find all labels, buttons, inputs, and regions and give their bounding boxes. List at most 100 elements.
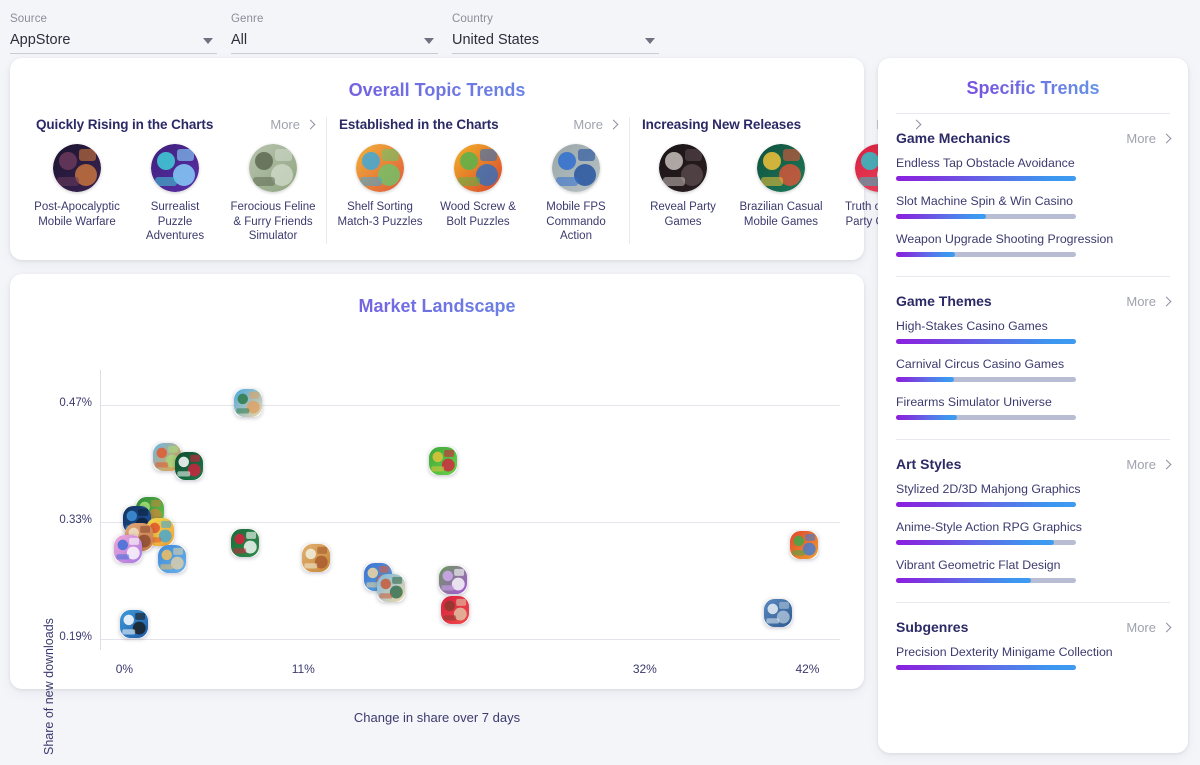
app-bubble-blue-plate[interactable]	[158, 545, 186, 573]
market-landscape-scatter[interactable]: 0.19%0.33%0.47%0%11%32%42%	[10, 325, 864, 685]
more-label: More	[1126, 620, 1156, 635]
topic-thumbnail-night-battle-icon	[53, 144, 101, 192]
more-link[interactable]: More	[1126, 131, 1170, 146]
specific-trend-name: Firearms Simulator Universe	[896, 395, 1170, 409]
topic-item[interactable]: Wood Screw & Bolt Puzzles	[435, 144, 521, 244]
app-bubble-green-cards[interactable]	[175, 452, 203, 480]
topic-column-heading: Established in the Charts	[339, 117, 499, 132]
filter-genre-value: All	[231, 31, 247, 49]
dashboard-grid: Overall Topic Trends Quickly Rising in t…	[0, 58, 1200, 753]
specific-trend-row[interactable]: Anime-Style Action RPG Graphics	[896, 520, 1170, 545]
specific-trend-row[interactable]: Stylized 2D/3D Mahjong Graphics	[896, 482, 1170, 507]
y-axis-label: Share of new downloads	[42, 618, 56, 755]
more-label: More	[1126, 294, 1156, 309]
topic-item[interactable]: Post-Apocalyptic Mobile Warfare	[34, 144, 120, 244]
app-bubble-watermelon[interactable]	[429, 447, 457, 475]
specific-trend-row[interactable]: High-Stakes Casino Games	[896, 319, 1170, 344]
specific-trend-row[interactable]: Firearms Simulator Universe	[896, 395, 1170, 420]
topic-item[interactable]: Shelf Sorting Match-3 Puzzles	[337, 144, 423, 244]
app-bubble-pool-ball[interactable]	[120, 610, 148, 638]
topic-column-heading: Quickly Rising in the Charts	[36, 117, 213, 132]
topic-column-1: Quickly Rising in the Charts More Post-A…	[24, 117, 326, 244]
filter-source-label: Source	[10, 12, 217, 26]
overall-topic-trends-title: Overall Topic Trends	[10, 58, 864, 109]
topic-column-heading: Increasing New Releases	[642, 117, 801, 132]
trend-bar-track	[896, 578, 1076, 583]
specific-trend-name: Stylized 2D/3D Mahjong Graphics	[896, 482, 1170, 496]
app-bubble-beach-sim[interactable]	[234, 389, 262, 417]
filter-bar: Source AppStore Genre All Country United…	[0, 0, 1200, 58]
app-bubble-solitaire-board[interactable]	[231, 529, 259, 557]
app-bubble-wood-nuts[interactable]	[302, 544, 330, 572]
topic-thumbnail-green-wheel-icon	[757, 144, 805, 192]
specific-trend-row[interactable]: Weapon Upgrade Shooting Progression	[896, 232, 1170, 257]
y-tick-label: 0.47%	[46, 397, 92, 409]
x-tick-label: 0%	[101, 662, 147, 676]
gridline-y	[100, 639, 840, 640]
specific-section-header: Subgenres More	[896, 619, 1170, 635]
specific-trend-name: Anime-Style Action RPG Graphics	[896, 520, 1170, 534]
topic-item[interactable]: Brazilian Casual Mobile Games	[738, 144, 824, 229]
more-label: More	[1126, 131, 1156, 146]
trend-bar-track	[896, 339, 1076, 344]
specific-trends-title: Specific Trends	[878, 58, 1188, 113]
specific-section-body: Art Styles More Stylized 2D/3D Mahjong G…	[878, 440, 1188, 602]
app-bubble-red-meat[interactable]	[441, 596, 469, 624]
app-bubble-blue-robot[interactable]	[764, 599, 792, 627]
filter-country[interactable]: Country United States	[452, 8, 659, 58]
more-link[interactable]: More	[270, 117, 314, 132]
specific-section-header: Art Styles More	[896, 456, 1170, 472]
specific-trend-row[interactable]: Vibrant Geometric Flat Design	[896, 558, 1170, 583]
chevron-down-icon[interactable]	[203, 38, 213, 44]
specific-trend-sections: Game Mechanics More Endless Tap Obstacle…	[878, 114, 1188, 689]
y-axis-line	[100, 370, 101, 650]
filter-country-value: United States	[452, 31, 539, 49]
trend-bar-fill	[896, 578, 1031, 583]
trend-bar-fill	[896, 665, 1076, 670]
specific-trend-name: Carnival Circus Casino Games	[896, 357, 1170, 371]
right-column: Specific Trends Game Mechanics More Endl…	[878, 58, 1188, 753]
app-bubble-pink-three[interactable]	[114, 535, 142, 563]
trend-bar-fill	[896, 502, 1076, 507]
specific-trend-name: Precision Dexterity Minigame Collection	[896, 645, 1170, 659]
chevron-down-icon[interactable]	[645, 38, 655, 44]
app-bubble-color-blocks[interactable]	[790, 531, 818, 559]
specific-trend-row[interactable]: Slot Machine Spin & Win Casino	[896, 194, 1170, 219]
topic-item[interactable]: Mobile FPS Commando Action	[533, 144, 619, 244]
chevron-down-icon[interactable]	[424, 38, 434, 44]
filter-genre[interactable]: Genre All	[231, 8, 438, 58]
trend-bar-track	[896, 214, 1076, 219]
topic-column-header: Established in the Charts More	[337, 117, 619, 132]
topic-item[interactable]: Surrealist Puzzle Adventures	[132, 144, 218, 244]
topic-thumbnail-blue-plane-icon	[552, 144, 600, 192]
filter-source-value: AppStore	[10, 31, 70, 49]
market-landscape-card: Market Landscape 0.19%0.33%0.47%0%11%32%…	[10, 274, 864, 689]
topic-columns: Quickly Rising in the Charts More Post-A…	[10, 109, 864, 260]
more-label: More	[1126, 457, 1156, 472]
topic-item-label: Shelf Sorting Match-3 Puzzles	[337, 200, 423, 229]
more-link[interactable]: More	[573, 117, 617, 132]
app-bubble-pixel-girl[interactable]	[377, 574, 405, 602]
topic-item-label: Post-Apocalyptic Mobile Warfare	[34, 200, 120, 229]
market-landscape-title: Market Landscape	[10, 274, 864, 325]
filter-source[interactable]: Source AppStore	[10, 8, 217, 58]
chevron-right-icon	[1162, 459, 1172, 469]
more-link[interactable]: More	[1126, 457, 1170, 472]
trend-bar-fill	[896, 540, 1054, 545]
y-tick-label: 0.33%	[46, 514, 92, 526]
specific-trend-row[interactable]: Carnival Circus Casino Games	[896, 357, 1170, 382]
specific-trend-row[interactable]: Precision Dexterity Minigame Collection	[896, 645, 1170, 670]
specific-trend-row[interactable]: Endless Tap Obstacle Avoidance	[896, 156, 1170, 181]
topic-item[interactable]: Ferocious Feline & Furry Friends Simulat…	[230, 144, 316, 244]
trend-bar-fill	[896, 377, 954, 382]
app-bubble-word-wheel[interactable]	[439, 566, 467, 594]
topic-item[interactable]: Reveal Party Games	[640, 144, 726, 229]
trend-bar-fill	[896, 339, 1076, 344]
more-label: More	[270, 117, 300, 132]
more-link[interactable]: More	[1126, 620, 1170, 635]
specific-section-header: Game Mechanics More	[896, 130, 1170, 146]
more-link[interactable]: More	[1126, 294, 1170, 309]
trend-bar-fill	[896, 214, 986, 219]
gridline-y	[100, 522, 840, 523]
topic-thumbnail-purple-castle-icon	[151, 144, 199, 192]
